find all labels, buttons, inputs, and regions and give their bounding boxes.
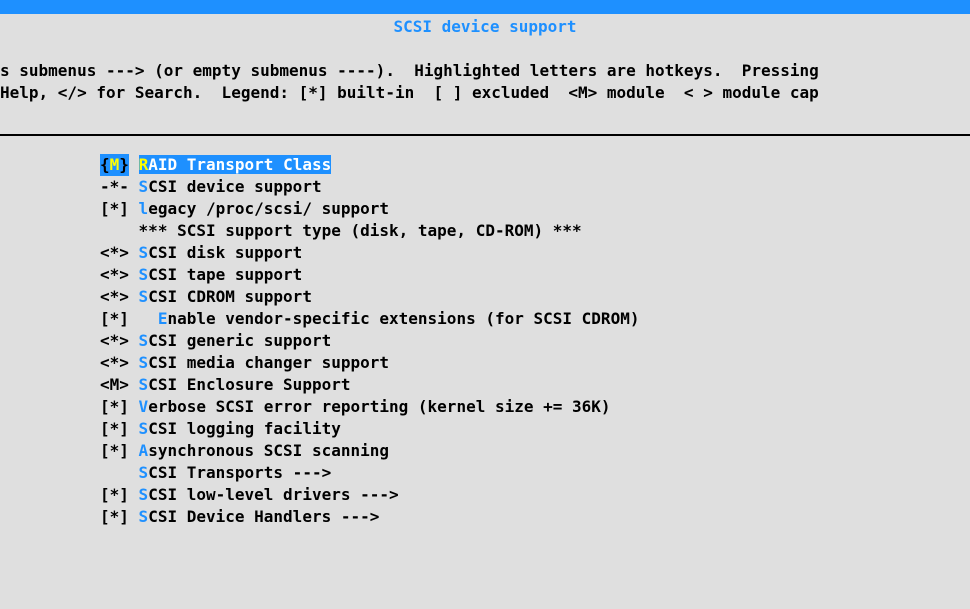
menu-item[interactable]: -*- SCSI device support xyxy=(100,176,970,198)
hotkey-letter: V xyxy=(139,397,149,416)
config-state[interactable]: -*- xyxy=(100,176,129,198)
hotkey-letter: S xyxy=(139,507,149,526)
lead-space xyxy=(129,221,139,240)
lead-space xyxy=(129,353,139,372)
menu-item[interactable]: [*] SCSI Device Handlers ---> xyxy=(100,506,970,528)
config-state[interactable]: [*] xyxy=(100,484,129,506)
menu-item-label: egacy /proc/scsi/ support xyxy=(148,199,389,218)
config-state[interactable]: [*] xyxy=(100,308,129,330)
lead-space xyxy=(129,331,139,350)
hotkey-letter: S xyxy=(139,177,149,196)
menu-item-label: erbose SCSI error reporting (kernel size… xyxy=(148,397,610,416)
help-line-2: Help, </> for Search. Legend: [*] built-… xyxy=(0,83,819,102)
lead-space xyxy=(129,397,139,416)
hotkey-letter: S xyxy=(139,375,149,394)
lead-space xyxy=(129,507,139,526)
menu-item[interactable]: <M> SCSI Enclosure Support xyxy=(100,374,970,396)
hotkey-letter: A xyxy=(139,441,149,460)
config-state[interactable]: [*] xyxy=(100,396,129,418)
lead-space xyxy=(129,375,139,394)
config-state[interactable]: [*] xyxy=(100,440,129,462)
menu-item-label: CSI low-level drivers ---> xyxy=(148,485,398,504)
menu-item-label: nable vendor-specific extensions (for SC… xyxy=(167,309,639,328)
lead-space xyxy=(129,463,139,482)
menu-item-label: CSI media changer support xyxy=(148,353,389,372)
hotkey-letter: S xyxy=(139,419,149,438)
menu-item-label: AID Transport Class xyxy=(148,155,331,174)
menu-item-label: CSI Transports ---> xyxy=(148,463,331,482)
config-state[interactable]: [*] xyxy=(100,198,129,220)
menu-item[interactable]: [*] Enable vendor-specific extensions (f… xyxy=(100,308,970,330)
menu-item[interactable]: [*] legacy /proc/scsi/ support xyxy=(100,198,970,220)
hotkey-letter: S xyxy=(139,287,149,306)
lead-space xyxy=(129,243,139,262)
hotkey-letter: l xyxy=(139,199,149,218)
menu-item-label: CSI generic support xyxy=(148,331,331,350)
menu-item-label: CSI Enclosure Support xyxy=(148,375,350,394)
help-text: s submenus ---> (or empty submenus ----)… xyxy=(0,38,970,104)
config-state[interactable]: {M} xyxy=(100,154,129,176)
menu-item[interactable]: <*> SCSI tape support xyxy=(100,264,970,286)
menu-item[interactable]: SCSI Transports ---> xyxy=(100,462,970,484)
menu-item[interactable]: <*> SCSI CDROM support xyxy=(100,286,970,308)
lead-space xyxy=(129,287,139,306)
menu-item[interactable]: <*> SCSI media changer support xyxy=(100,352,970,374)
top-blue-bar xyxy=(0,0,970,14)
config-state[interactable]: [*] xyxy=(100,506,129,528)
menu-item-label: synchronous SCSI scanning xyxy=(148,441,389,460)
menu-item-label: *** SCSI support type (disk, tape, CD-RO… xyxy=(139,221,582,240)
menu-item[interactable]: [*] Verbose SCSI error reporting (kernel… xyxy=(100,396,970,418)
menu-item[interactable]: <*> SCSI generic support xyxy=(100,330,970,352)
menu-item-label: CSI tape support xyxy=(148,265,302,284)
menu-item[interactable]: [*] SCSI logging facility xyxy=(100,418,970,440)
config-state[interactable] xyxy=(100,220,129,242)
config-state[interactable]: <*> xyxy=(100,242,129,264)
config-state[interactable]: <*> xyxy=(100,330,129,352)
menu-item-label: CSI CDROM support xyxy=(148,287,312,306)
page-title: SCSI device support xyxy=(0,14,970,38)
hotkey-letter: R xyxy=(139,155,149,174)
config-state[interactable]: <*> xyxy=(100,286,129,308)
menu-item-label: CSI disk support xyxy=(148,243,302,262)
hotkey-letter: S xyxy=(139,463,149,482)
hotkey-letter: S xyxy=(139,331,149,350)
hotkey-letter: S xyxy=(139,485,149,504)
config-state[interactable]: <*> xyxy=(100,352,129,374)
config-state[interactable]: <M> xyxy=(100,374,129,396)
menu-list[interactable]: {M} RAID Transport Class-*- SCSI device … xyxy=(0,136,970,528)
lead-space xyxy=(129,155,139,174)
menu-item[interactable]: <*> SCSI disk support xyxy=(100,242,970,264)
menu-item[interactable]: [*] SCSI low-level drivers ---> xyxy=(100,484,970,506)
hotkey-letter: S xyxy=(139,353,149,372)
config-state[interactable]: <*> xyxy=(100,264,129,286)
hotkey-letter: S xyxy=(139,243,149,262)
menu-item[interactable]: [*] Asynchronous SCSI scanning xyxy=(100,440,970,462)
menu-item-label: CSI device support xyxy=(148,177,321,196)
hotkey-letter: E xyxy=(158,309,168,328)
menu-item[interactable]: *** SCSI support type (disk, tape, CD-RO… xyxy=(100,220,970,242)
lead-space xyxy=(129,419,139,438)
lead-space xyxy=(129,441,139,460)
lead-space xyxy=(129,199,139,218)
hotkey-letter: S xyxy=(139,265,149,284)
config-state[interactable]: [*] xyxy=(100,418,129,440)
menu-item[interactable]: {M} RAID Transport Class xyxy=(100,154,970,176)
lead-space xyxy=(129,265,139,284)
menu-item-label: CSI Device Handlers ---> xyxy=(148,507,379,526)
help-line-1: s submenus ---> (or empty submenus ----)… xyxy=(0,61,819,80)
lead-space xyxy=(129,485,139,504)
config-state[interactable] xyxy=(100,462,129,484)
menu-item-label: CSI logging facility xyxy=(148,419,341,438)
lead-space xyxy=(129,177,139,196)
lead-space xyxy=(129,309,158,328)
